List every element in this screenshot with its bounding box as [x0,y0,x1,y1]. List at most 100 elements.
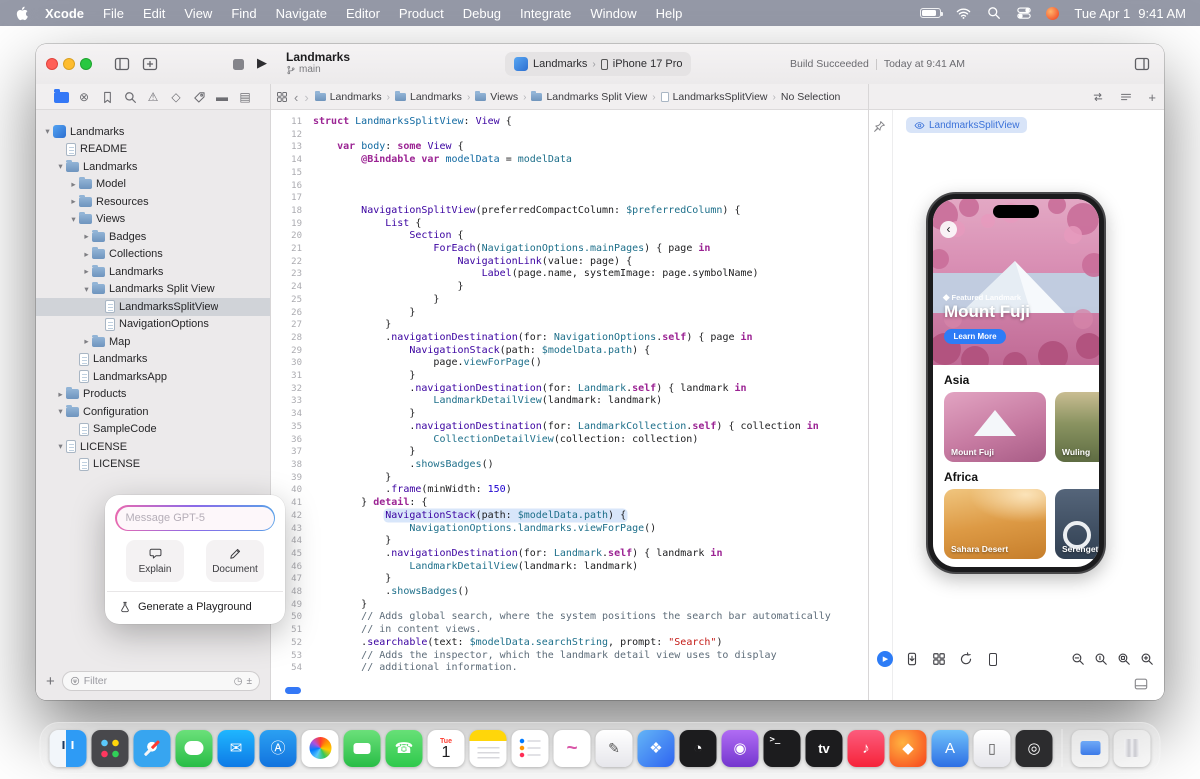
editor-scroll-indicator[interactable] [285,687,301,694]
recent-files-icon[interactable]: ◷ [234,676,243,687]
code-review-icon[interactable] [1092,91,1104,103]
zoom-in-icon[interactable] [1139,651,1155,667]
dock-orange-app[interactable]: ◆ [890,730,927,767]
menu-product[interactable]: Product [399,6,444,21]
file-landmarks-split-view[interactable]: ▾Landmarks Split View [36,281,270,299]
debug-navigator-icon[interactable] [191,89,207,105]
dock-app-store[interactable]: Ⓐ [260,730,297,767]
dock-photos[interactable] [302,730,339,767]
zoom-100-icon[interactable] [1093,651,1109,667]
dock-trash[interactable] [1114,730,1151,767]
crumb-landmarks-split-view[interactable]: Landmarks Split View [531,91,647,103]
dock-freeform[interactable]: ~ [554,730,591,767]
menu-xcode[interactable]: Xcode [45,6,84,21]
file-landmarks[interactable]: Landmarks [36,351,270,369]
crumb-views[interactable]: Views [475,91,518,103]
file-readme[interactable]: README [36,141,270,159]
dock-notes[interactable] [470,730,507,767]
dock-circle-app[interactable]: ◎ [1016,730,1053,767]
file-samplecode[interactable]: SampleCode [36,421,270,439]
menu-clock[interactable]: Tue Apr 19:41 AM [1074,6,1186,21]
dock-terminal[interactable]: >_ [764,730,801,767]
file-license[interactable]: LICENSE [36,456,270,474]
menu-find[interactable]: Find [231,6,256,21]
crumb-no-selection[interactable]: No Selection [781,91,841,103]
dock-reminders[interactable] [512,730,549,767]
find-navigator-icon[interactable] [122,89,138,105]
filter-input[interactable] [84,675,230,687]
breakpoint-navigator-icon[interactable]: ▬ [214,89,230,105]
dock-safari[interactable] [134,730,171,767]
wifi-icon[interactable] [956,6,971,21]
preview-on-device-icon[interactable] [904,651,920,667]
file-model[interactable]: ▸Model [36,176,270,194]
close-window-button[interactable] [46,58,58,70]
dock-downloads[interactable] [1072,730,1109,767]
dock-textedit[interactable]: ✎ [596,730,633,767]
source-control-navigator-icon[interactable]: ⊗ [76,89,92,105]
dock-podcasts[interactable]: ◉ [722,730,759,767]
crumb-landmarks[interactable]: Landmarks [395,91,462,103]
report-navigator-icon[interactable]: ▤ [237,89,253,105]
device-settings-icon[interactable] [985,651,1001,667]
source-control-filter-icon[interactable]: ± [247,676,253,687]
zoom-fit-icon[interactable] [1116,651,1132,667]
live-preview-play-button[interactable]: ▶ [877,651,893,667]
file-products[interactable]: ▸Products [36,386,270,404]
project-status-block[interactable]: Landmarks main [286,50,350,76]
dock-messages[interactable] [176,730,213,767]
battery-icon[interactable] [920,8,941,18]
file-navigationoptions[interactable]: NavigationOptions [36,316,270,334]
code-editor[interactable]: 11struct LandmarksSplitView: View {1213 … [271,110,868,700]
add-editor-icon[interactable] [142,56,158,72]
file-landmarks[interactable]: ▾Landmarks [36,123,270,141]
file-map[interactable]: ▸Map [36,333,270,351]
explain-button[interactable]: Explain [126,540,184,582]
file-landmarkssplitview[interactable]: LandmarksSplitView [36,298,270,316]
dock-facetime[interactable] [344,730,381,767]
dock-launchpad[interactable] [92,730,129,767]
dock-finder[interactable] [50,730,87,767]
dock-shortcuts[interactable]: ❖ [638,730,675,767]
scheme-selector[interactable]: Landmarks › iPhone 17 Pro [505,52,691,76]
pin-preview-icon[interactable] [873,120,886,138]
toggle-inspector-icon[interactable] [1134,56,1150,72]
file-badges[interactable]: ▸Badges [36,228,270,246]
test-navigator-icon[interactable]: ◇ [168,89,184,105]
zoom-window-button[interactable] [80,58,92,70]
dock-tv[interactable]: tv [806,730,843,767]
file-resources[interactable]: ▸Resources [36,193,270,211]
file-landmarks[interactable]: ▾Landmarks [36,158,270,176]
file-landmarksapp[interactable]: LandmarksApp [36,368,270,386]
siri-icon[interactable] [1046,7,1059,20]
generate-playground-button[interactable]: Generate a Playground [105,592,285,622]
zoom-out-icon[interactable] [1070,651,1086,667]
dock-gauge-utility[interactable]: ◔ [680,730,717,767]
go-forward-icon[interactable]: › [304,90,308,105]
bookmark-navigator-icon[interactable] [99,89,115,105]
add-file-button[interactable]: + [46,674,55,689]
document-button[interactable]: Document [206,540,264,582]
stop-button[interactable] [233,59,244,70]
control-center-icon[interactable] [1016,6,1031,21]
file-views[interactable]: ▾Views [36,211,270,229]
debug-area-toggle-icon[interactable] [1134,677,1148,696]
dock-calendar[interactable]: Tue1 [428,730,465,767]
file-configuration[interactable]: ▾Configuration [36,403,270,421]
minimize-window-button[interactable] [63,58,75,70]
menu-file[interactable]: File [103,6,124,21]
project-navigator-icon[interactable] [53,89,69,105]
dock-mail[interactable]: ✉ [218,730,255,767]
dock-simulator[interactable]: ▯ [974,730,1011,767]
editor-canvas-divider[interactable] [868,84,869,700]
go-back-icon[interactable]: ‹ [294,90,298,105]
variants-icon[interactable] [931,651,947,667]
run-button[interactable]: ▶ [257,55,267,71]
filter-field[interactable]: ◷ ± [62,671,260,691]
dock-phone[interactable]: ☎ [386,730,423,767]
toggle-navigator-icon[interactable] [114,56,130,72]
menu-view[interactable]: View [184,6,212,21]
crumb-landmarks[interactable]: Landmarks [315,91,382,103]
orientation-icon[interactable] [958,651,974,667]
menu-edit[interactable]: Edit [143,6,165,21]
